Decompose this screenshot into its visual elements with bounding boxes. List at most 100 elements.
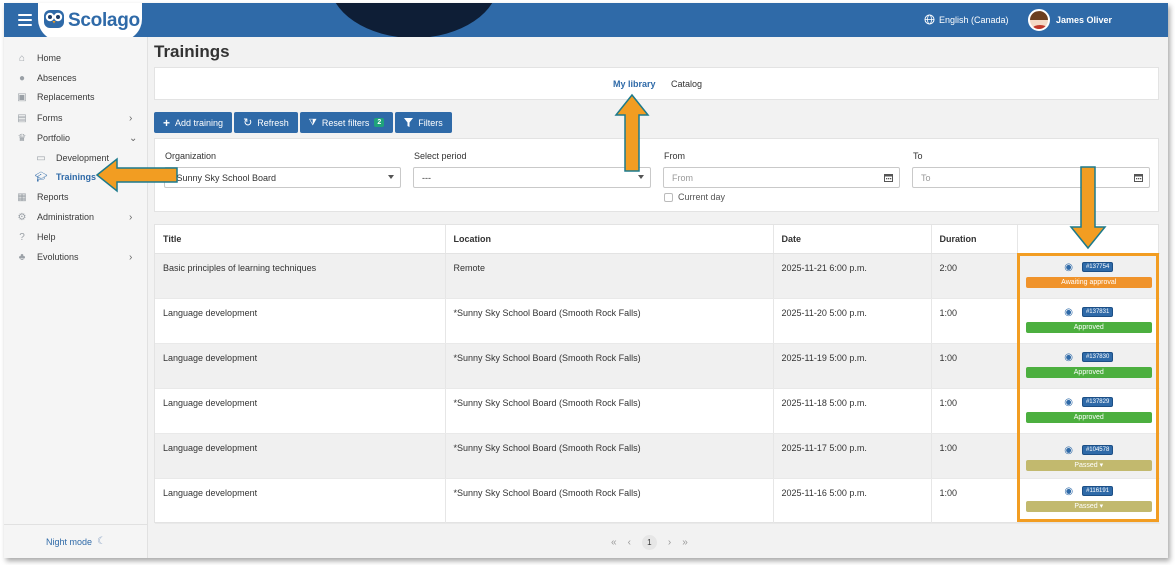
filter-icon	[404, 118, 414, 127]
sidebar-item-home[interactable]: ⌂ Home	[4, 49, 148, 67]
table-row[interactable]: Language development *Sunny Sky School B…	[155, 478, 1160, 524]
owl-logo-icon	[44, 10, 64, 28]
calendar-icon[interactable]	[884, 173, 893, 182]
from-date-input[interactable]: From	[663, 167, 900, 188]
language-label: English (Canada)	[939, 14, 1009, 25]
sprout-icon: ♣	[18, 251, 26, 263]
calendar-icon[interactable]	[1134, 173, 1143, 182]
current-day-checkbox[interactable]: Current day	[664, 192, 725, 202]
organization-select[interactable]: *Sunny Sky School Board	[164, 167, 401, 188]
caret-down-icon: ▾	[1099, 502, 1104, 510]
sidebar-item-development[interactable]: ▭ Development	[4, 149, 148, 167]
filters-button[interactable]: Filters	[395, 112, 452, 133]
user-menu[interactable]: James Oliver	[1028, 9, 1112, 31]
status-dropdown[interactable]: Passed ▾	[1025, 459, 1152, 471]
prev-page-icon[interactable]: ‹	[628, 537, 631, 548]
sidebar-item-label: Home	[37, 53, 62, 63]
status-label: Passed	[1074, 461, 1098, 469]
status-badge: Approved	[1025, 321, 1152, 333]
chevron-down-icon: ⌄	[129, 132, 138, 144]
organization-label: Organization	[165, 151, 217, 161]
reset-filters-button[interactable]: ⧩ Reset filters 2	[299, 112, 394, 133]
question-icon: ?	[19, 231, 25, 243]
sidebar-item-administration[interactable]: ⚙ Administration ›	[4, 208, 148, 226]
status-badge: Awaiting approval	[1025, 276, 1152, 288]
training-id-badge[interactable]: #137831	[1081, 307, 1114, 317]
refresh-label: Refresh	[257, 117, 289, 128]
table-row[interactable]: Language development *Sunny Sky School B…	[155, 433, 1160, 479]
eye-icon[interactable]: ◉	[1064, 486, 1073, 497]
menu-icon[interactable]	[18, 14, 32, 26]
cell-duration: 2:00	[931, 253, 1018, 299]
pagination: « ‹ 1 › »	[611, 535, 688, 550]
cell-date: 2025-11-17 5:00 p.m.	[773, 433, 932, 479]
reset-filters-label: Reset filters	[321, 117, 370, 128]
cell-title: Language development	[155, 298, 446, 344]
table-row[interactable]: Language development *Sunny Sky School B…	[155, 388, 1160, 434]
status-dropdown[interactable]: Passed ▾	[1025, 500, 1152, 512]
cell-duration: 1:00	[931, 433, 1018, 479]
sidebar-item-replacements[interactable]: ▣ Replacements	[4, 88, 148, 106]
table-row[interactable]: Basic principles of learning techniques …	[155, 253, 1160, 299]
sidebar-item-trainings[interactable]: 🎓︎ Trainings	[4, 168, 148, 186]
cell-duration: 1:00	[931, 388, 1018, 434]
swap-icon: ▣	[17, 91, 27, 103]
refresh-button[interactable]: ↻ Refresh	[234, 112, 298, 133]
to-label: To	[913, 151, 923, 161]
table-row[interactable]: Language development *Sunny Sky School B…	[155, 343, 1160, 389]
status-label: Passed	[1074, 502, 1098, 510]
eye-icon[interactable]: ◉	[1064, 397, 1073, 408]
first-page-icon[interactable]: «	[611, 537, 617, 548]
organization-value: *Sunny Sky School Board	[173, 172, 277, 183]
to-date-input[interactable]: To	[912, 167, 1150, 188]
language-selector[interactable]: English (Canada)	[924, 14, 1009, 25]
period-select[interactable]: ---	[413, 167, 651, 188]
training-id-badge[interactable]: #137830	[1081, 352, 1114, 362]
eye-icon[interactable]: ◉	[1064, 307, 1073, 318]
globe-icon	[924, 14, 935, 25]
sidebar-item-absences[interactable]: ● Absences	[4, 69, 148, 87]
training-id-badge[interactable]: #104578	[1081, 445, 1114, 455]
training-id-badge[interactable]: #137829	[1081, 397, 1114, 407]
sidebar-item-label: Forms	[37, 113, 63, 123]
logo-text: Scolago	[68, 10, 140, 31]
to-placeholder: To	[921, 172, 931, 183]
chevron-down-icon	[638, 175, 644, 179]
users-icon: ●	[18, 72, 26, 84]
column-header-title[interactable]: Title	[155, 225, 446, 254]
table-row[interactable]: Language development *Sunny Sky School B…	[155, 298, 1160, 344]
last-page-icon[interactable]: »	[682, 537, 688, 548]
graduation-cap-icon: 🎓︎	[34, 171, 48, 183]
add-training-label: Add training	[175, 117, 224, 128]
page-title: Trainings	[154, 42, 230, 61]
tabs-bar: My library Catalog	[154, 67, 1159, 100]
training-id-badge[interactable]: #116191	[1082, 486, 1114, 496]
sidebar-item-evolutions[interactable]: ♣ Evolutions ›	[4, 248, 148, 266]
add-training-button[interactable]: + Add training	[154, 112, 233, 133]
checkbox[interactable]	[664, 192, 673, 202]
next-page-icon[interactable]: ›	[668, 537, 671, 548]
night-mode-label: Night mode	[46, 536, 93, 547]
header-decoration	[329, 3, 499, 37]
column-header-actions	[1017, 225, 1160, 254]
current-day-label: Current day	[678, 192, 726, 202]
night-mode-toggle[interactable]: Night mode ☾	[4, 524, 148, 558]
eye-icon[interactable]: ◉	[1064, 262, 1073, 273]
tab-my-library[interactable]: My library	[613, 79, 656, 89]
user-name: James Oliver	[1056, 15, 1113, 25]
sidebar-item-help[interactable]: ? Help	[4, 228, 148, 246]
tab-catalog[interactable]: Catalog	[671, 79, 702, 89]
eye-icon[interactable]: ◉	[1064, 352, 1073, 363]
sidebar-item-forms[interactable]: ▤ Forms ›	[4, 109, 148, 127]
logo[interactable]: Scolago	[38, 3, 142, 37]
training-id-badge[interactable]: #137754	[1081, 262, 1114, 272]
page-number[interactable]: 1	[641, 535, 657, 550]
column-header-location[interactable]: Location	[445, 225, 774, 254]
column-header-date[interactable]: Date	[773, 225, 932, 254]
eye-icon[interactable]: ◉	[1064, 445, 1073, 456]
sidebar-item-label: Evolutions	[37, 252, 79, 262]
sidebar-item-portfolio[interactable]: ♛ Portfolio ⌄	[4, 129, 148, 147]
column-header-duration[interactable]: Duration	[931, 225, 1018, 254]
cell-title: Language development	[155, 433, 446, 479]
sidebar-item-reports[interactable]: ▦ Reports	[4, 188, 148, 206]
